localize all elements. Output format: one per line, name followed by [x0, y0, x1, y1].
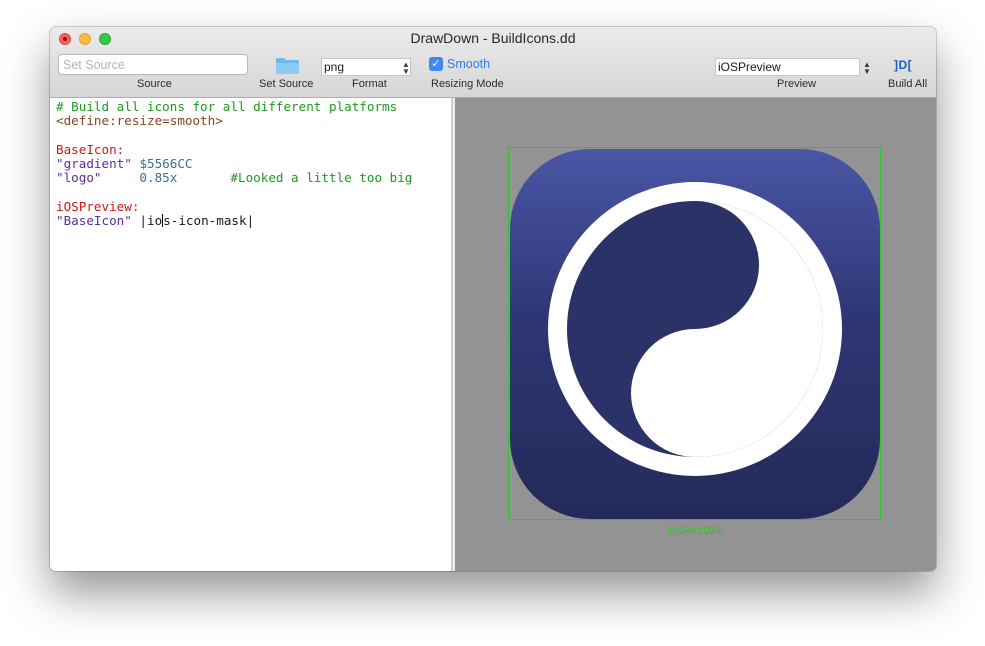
smooth-label[interactable]: Smooth — [447, 57, 490, 71]
code-editor[interactable]: # Build all icons for all different plat… — [50, 98, 453, 571]
logo-key: "logo" — [56, 170, 102, 185]
preview-select[interactable]: iOSPreview — [715, 58, 860, 76]
format-label: Format — [352, 78, 387, 90]
logo-comment: #Looked a little too big — [177, 170, 413, 185]
code-logo-line: "logo" 0.85x #Looked a little too big — [56, 170, 413, 185]
preview-chevron-icon[interactable]: ▲ ▼ — [863, 61, 871, 76]
app-window: DrawDown - BuildIcons.dd Set Source png … — [50, 27, 936, 571]
build-all-label[interactable]: Build All — [888, 78, 927, 90]
build-all-icon[interactable]: ]D[ — [894, 58, 912, 72]
code-baseicon-line: "BaseIcon" |ios-icon-mask| — [56, 213, 255, 228]
window-title: DrawDown - BuildIcons.dd — [410, 30, 576, 46]
resizing-mode-label: Resizing Mode — [431, 78, 504, 90]
set-source-label: Set Source — [259, 78, 314, 90]
source-input[interactable]: Set Source — [58, 54, 248, 75]
logo-value: 0.85x — [101, 170, 178, 185]
baseicon-key: "BaseIcon" — [56, 213, 132, 228]
yin-yang-icon — [510, 149, 880, 519]
source-label: Source — [137, 78, 172, 90]
preview-pane: 1024x1024 — [455, 98, 936, 571]
format-select[interactable]: png — [321, 58, 411, 76]
titlebar: DrawDown - BuildIcons.dd Set Source png … — [50, 27, 936, 98]
format-chevron-icon[interactable]: ▲ ▼ — [402, 61, 410, 76]
smooth-checkbox[interactable]: ✓ — [429, 57, 443, 71]
icon-bounds-frame — [508, 147, 881, 520]
mask-text-post: s-icon-mask| — [163, 213, 255, 228]
code-define-line: <define:resize=smooth> — [56, 113, 223, 128]
mask-text-pre: |io — [131, 213, 163, 228]
gradient-value: $5566CC — [131, 156, 193, 171]
preview-label: Preview — [777, 78, 817, 90]
gradient-key: "gradient" — [56, 156, 132, 171]
folder-icon[interactable] — [275, 57, 300, 75]
icon-size-label: 1024x1024 — [667, 525, 722, 537]
